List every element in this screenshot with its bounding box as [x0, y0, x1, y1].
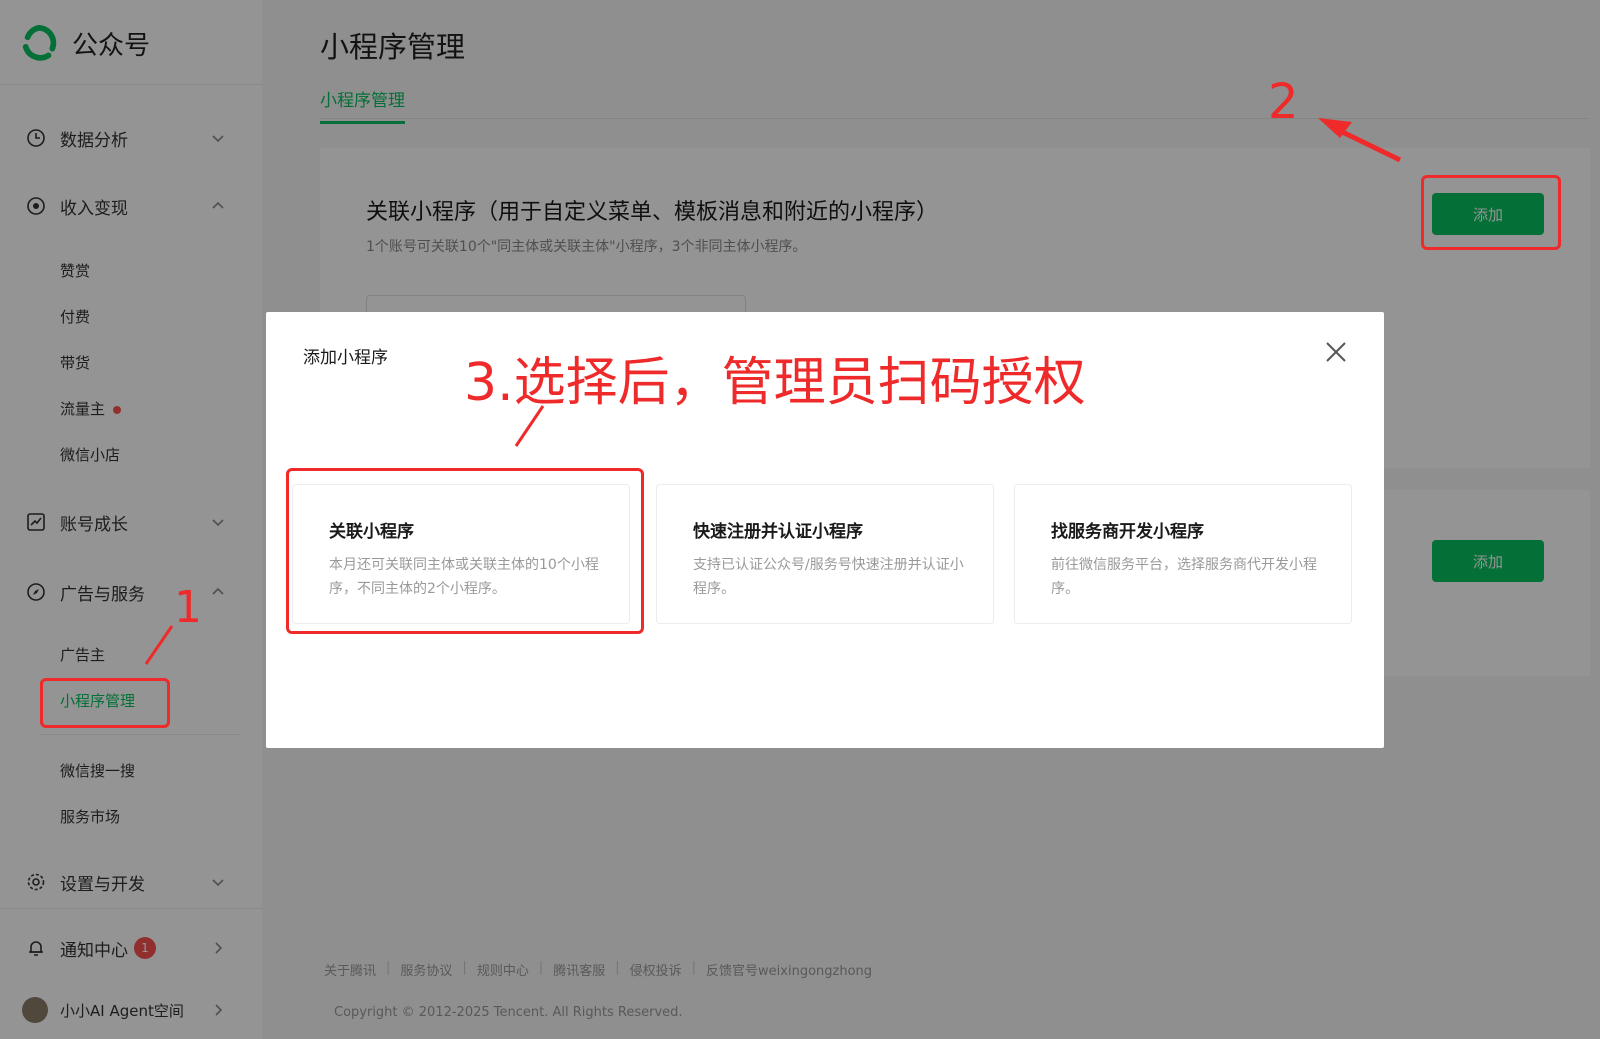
- annotation-arrows: [144, 118, 1402, 665]
- annotation-stroke-3: [514, 405, 545, 447]
- annotation-stroke-1: [144, 625, 174, 665]
